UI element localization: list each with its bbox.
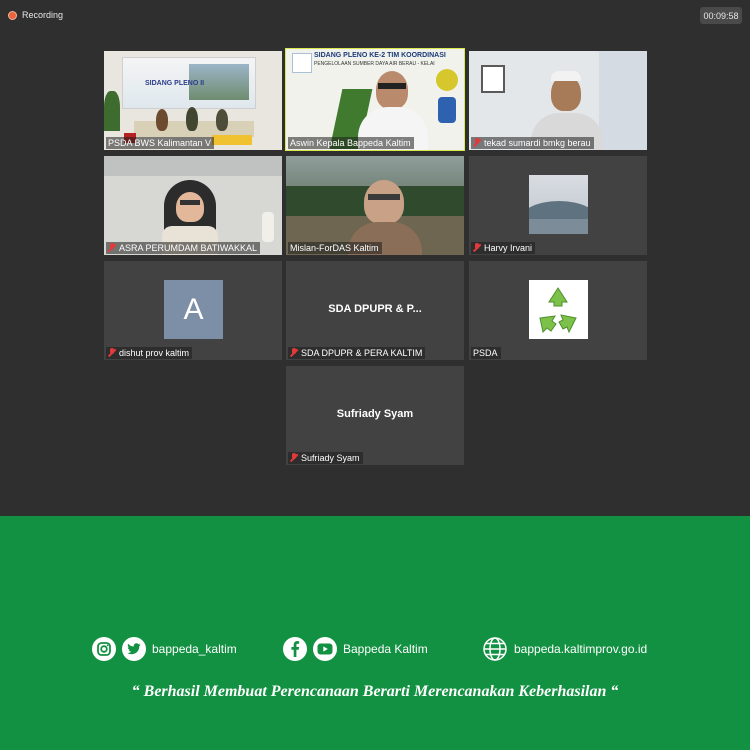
muted-mic-icon [473,138,481,148]
participant-name-label: PSDA BWS Kalimantan V [106,137,215,149]
participant-name: Mislan-ForDAS Kaltim [290,243,379,253]
participant-name: SDA DPUPR & PERA KALTIM [301,348,423,358]
participant-name-label: SDA DPUPR & PERA KALTIM [288,347,426,359]
muted-mic-icon [290,453,298,463]
participant-profile-picture [529,175,588,234]
participant-name-label: tekad sumardi bmkg berau [471,137,594,149]
muted-mic-icon [473,243,481,253]
social-group-instagram-twitter: bappeda_kaltim [92,636,237,662]
participant-tile[interactable]: Sufriady Syam Sufriady Syam [286,366,464,465]
recycle-icon [529,280,588,339]
participant-name-label: Aswin Kepala Bappeda Kaltim [288,137,414,149]
muted-mic-icon [108,243,116,253]
participant-name-label: Mislan-ForDAS Kaltim [288,242,382,254]
participant-tile[interactable]: tekad sumardi bmkg berau [469,51,647,150]
participant-name: PSDA BWS Kalimantan V [108,138,212,148]
participant-tile[interactable]: SIDANG PLENO II PSDA BWS Kalimantan V [104,51,282,150]
slide-title: SIDANG PLENO KE-2 TIM KOORDINASI [314,52,446,59]
recording-label: Recording [22,10,64,20]
participant-video [469,51,647,150]
participant-tile[interactable]: A dishut prov kaltim [104,261,282,360]
participant-video [104,156,282,255]
social-group-facebook-youtube: Bappeda Kaltim [283,636,428,662]
meeting-timer: 00:09:58 [700,7,742,24]
banner-title: SIDANG PLENO II [145,80,205,87]
participant-video [286,156,464,255]
participant-tile[interactable]: PSDA [469,261,647,360]
youtube-icon[interactable] [313,637,337,661]
facebook-icon[interactable] [283,637,307,661]
avatar: A [164,280,223,339]
slide-subtitle: PENGELOLAAN SUMBER DAYA AIR BERAU - KELA… [314,61,435,67]
participant-name: ASRA PERUMDAM BATIWAKKAL [119,243,258,253]
branding-footer: bappeda_kaltim Bappeda Kaltim bappeda.ka… [0,516,750,750]
instagram-icon[interactable] [92,637,116,661]
participant-tile[interactable]: SDA DPUPR & P... SDA DPUPR & PERA KALTIM [286,261,464,360]
website-link[interactable]: bappeda.kaltimprov.go.id [514,642,647,656]
globe-icon [482,636,508,662]
participant-name-label: Sufriady Syam [288,452,363,464]
participant-name: dishut prov kaltim [119,348,190,358]
website-group: bappeda.kaltimprov.go.id [482,636,647,662]
twitter-icon[interactable] [122,637,146,661]
participant-display-name: SDA DPUPR & P... [328,303,422,315]
meeting-gallery: Recording 00:09:58 SIDANG PLENO II PSDA … [0,0,750,516]
tagline: “ Berhasil Membuat Perencanaan Berarti M… [131,683,619,700]
social-handle[interactable]: bappeda_kaltim [152,642,237,656]
participant-tile[interactable]: ASRA PERUMDAM BATIWAKKAL [104,156,282,255]
participant-name: Harvy Irvani [484,243,533,253]
participant-video: SIDANG PLENO KE-2 TIM KOORDINASI PENGELO… [286,49,464,150]
event-banner: SIDANG PLENO II [122,57,256,109]
participant-name-label: Harvy Irvani [471,242,536,254]
participant-tile-active-speaker[interactable]: SIDANG PLENO KE-2 TIM KOORDINASI PENGELO… [285,48,465,151]
muted-mic-icon [108,348,116,358]
recording-indicator[interactable]: Recording [8,8,63,22]
participant-name: PSDA [473,348,498,358]
participant-name-label: dishut prov kaltim [106,347,193,359]
social-handle[interactable]: Bappeda Kaltim [343,642,428,656]
participant-tile[interactable]: Harvy Irvani [469,156,647,255]
participant-tile[interactable]: Mislan-ForDAS Kaltim [286,156,464,255]
participant-name: Sufriady Syam [301,453,360,463]
muted-mic-icon [290,348,298,358]
participant-name-label: ASRA PERUMDAM BATIWAKKAL [106,242,261,254]
participant-name: Aswin Kepala Bappeda Kaltim [290,138,411,148]
participant-name: tekad sumardi bmkg berau [484,138,591,148]
participant-name-label: PSDA [471,347,501,359]
record-icon [8,10,17,20]
participant-display-name: Sufriady Syam [336,408,414,420]
participant-video: SIDANG PLENO II [104,51,282,150]
